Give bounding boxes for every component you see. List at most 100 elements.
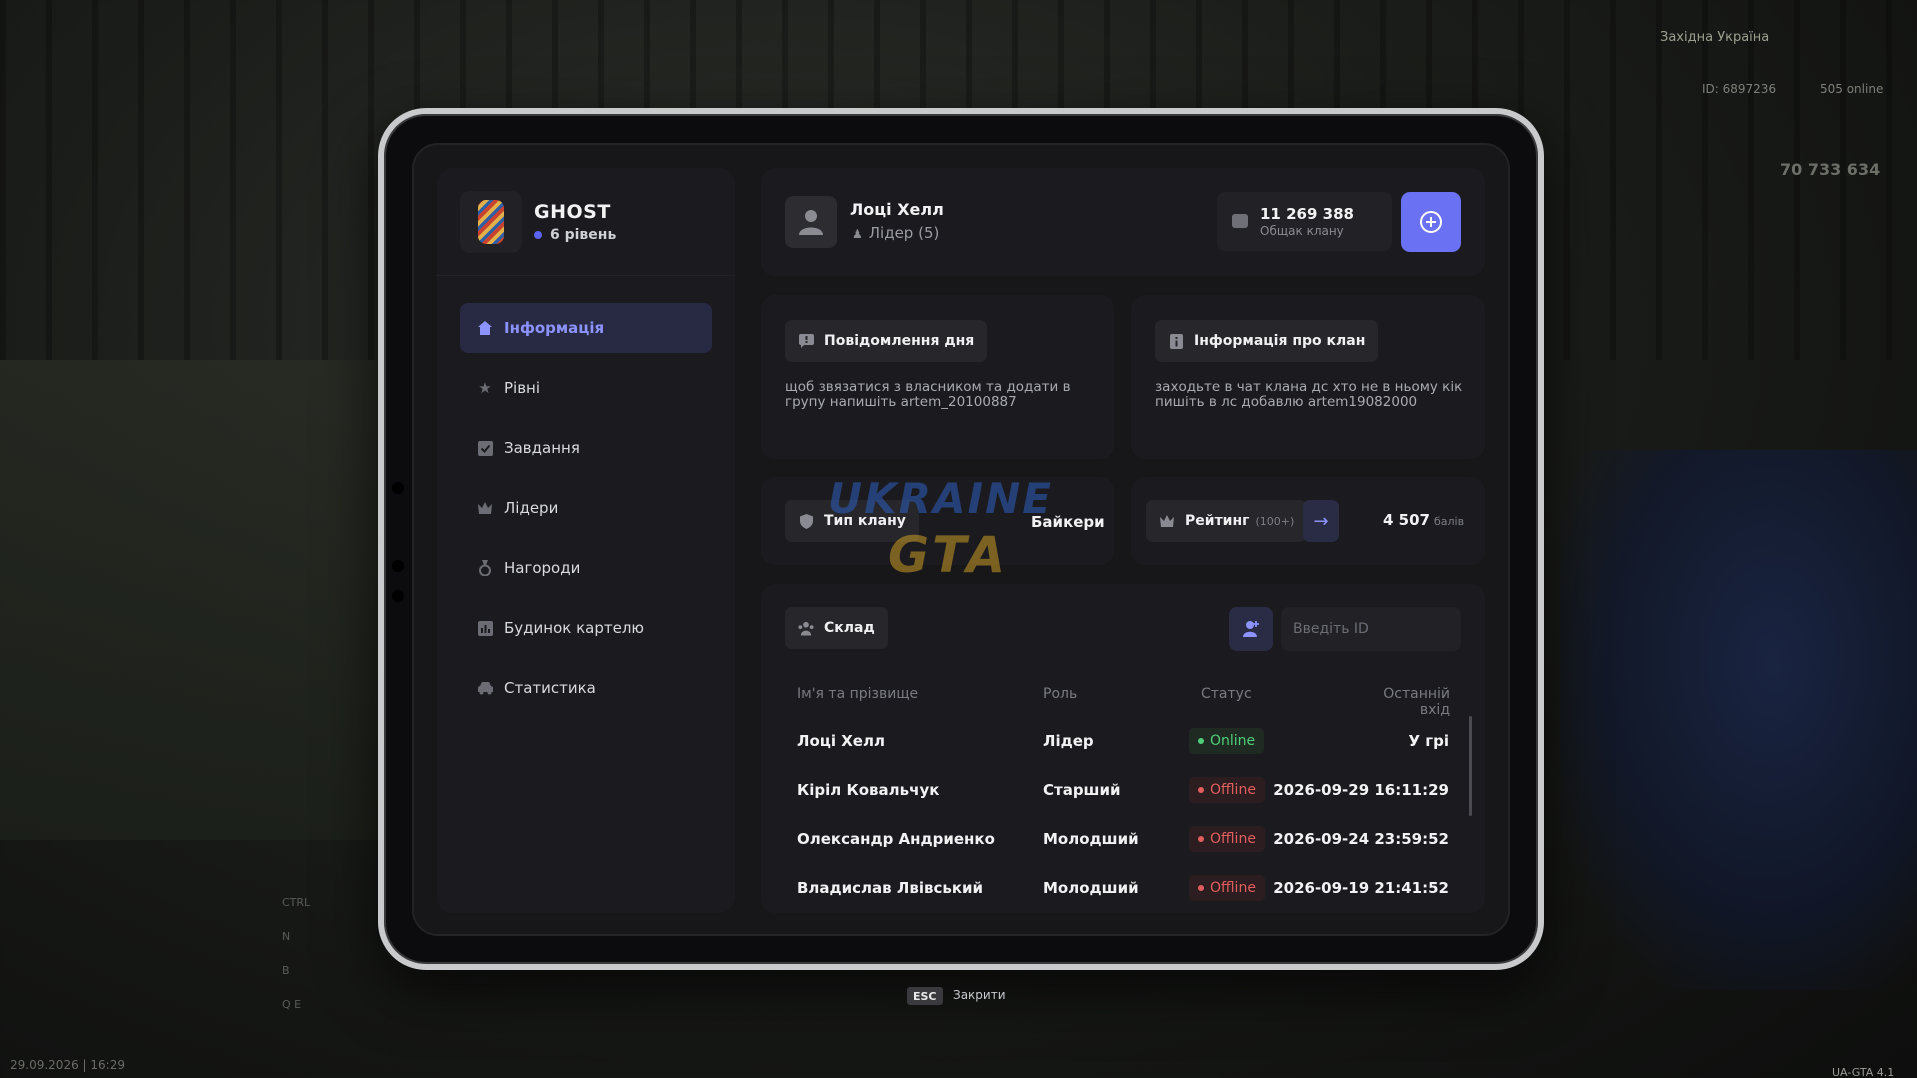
group-icon <box>798 620 814 636</box>
motd-title: Повідомлення дня <box>824 333 975 349</box>
chart-icon <box>476 619 494 637</box>
leader-role-text: Лідер (5) <box>868 224 940 242</box>
level-dot-icon <box>534 231 542 239</box>
hud-key: Q E <box>282 998 302 1011</box>
member-last-login: 2026-09-29 16:11:29 <box>1273 781 1449 799</box>
clan-info-text-line: пишіть в лс добавлю artem19082000 <box>1155 394 1418 410</box>
rating-points-unit: балів <box>1433 515 1465 528</box>
medal-icon <box>476 559 494 577</box>
sidebar-item-rewards[interactable]: Нагороди <box>460 543 712 593</box>
member-last-login: 2026-09-24 23:59:52 <box>1273 830 1449 848</box>
sidebar-item-label: Інформація <box>504 319 605 337</box>
crown-icon <box>476 499 494 517</box>
sidebar-item-label: Статистика <box>504 679 596 697</box>
watermark-line: UKRAINE <box>828 474 1053 523</box>
column-header-status: Статус <box>1201 686 1252 702</box>
table-row[interactable]: Олександр Андриенко Молодший Offline 202… <box>785 816 1461 862</box>
background-car <box>1560 450 1917 990</box>
table-row[interactable]: Лоці Хелл Лідер Online У грі <box>785 718 1461 764</box>
clan-info-title-chip: Інформація про клан <box>1155 320 1379 362</box>
status-badge: Offline <box>1189 826 1265 852</box>
sidebar <box>437 168 735 913</box>
rating-suffix: (100+) <box>1255 514 1295 528</box>
leader-name: Лоці Хелл <box>850 200 944 219</box>
sidebar-item-information[interactable]: Інформація <box>460 303 712 353</box>
clan-level-text: 6 рівень <box>550 227 617 243</box>
member-name: Владислав Лвівський <box>797 879 984 897</box>
motd-text: щоб звязатися з власником та додати в гр… <box>785 380 1071 410</box>
status-text: Offline <box>1210 880 1256 896</box>
sidebar-item-levels[interactable]: ★ Рівні <box>460 363 712 413</box>
roster-title: Склад <box>824 620 875 636</box>
plus-circle-icon <box>1420 211 1442 233</box>
sidebar-item-label: Нагороди <box>504 559 581 577</box>
message-icon <box>798 333 814 349</box>
esc-key-hint[interactable]: ESC <box>907 987 943 1005</box>
status-dot-icon <box>1198 738 1204 744</box>
member-last-login: 2026-09-19 21:41:52 <box>1273 879 1449 897</box>
member-name: Кіріл Ковальчук <box>797 781 940 799</box>
checkbox-icon <box>476 439 494 457</box>
column-header-name: Ім'я та прізвище <box>797 686 919 702</box>
clan-logo-image <box>478 200 504 244</box>
tablet-camera-dot <box>392 560 404 572</box>
close-label[interactable]: Закрити <box>953 988 1006 1002</box>
sidebar-item-label: Рівні <box>504 379 541 397</box>
clan-avatar <box>460 191 522 253</box>
add-funds-button[interactable] <box>1401 192 1461 252</box>
roster-title-chip: Склад <box>785 607 888 649</box>
star-icon: ★ <box>478 379 492 397</box>
hud-key: CTRL <box>282 896 311 909</box>
motd-title-chip: Повідомлення дня <box>785 320 988 362</box>
column-header-last-login: Останній вхід <box>1383 686 1450 718</box>
clan-info-text-line: заходьте в чат клана дс хто не в ньому к… <box>1155 379 1463 395</box>
member-role: Лідер <box>1043 732 1094 750</box>
sidebar-item-cartel-house[interactable]: Будинок картелю <box>460 603 712 653</box>
hud-player-id: ID: 6897236 <box>1702 82 1777 96</box>
car-icon <box>476 679 494 697</box>
table-row[interactable]: Владислав Лвівський Молодший Offline 202… <box>785 865 1461 911</box>
rating-open-button[interactable]: → <box>1303 500 1339 542</box>
leader-avatar <box>785 196 837 248</box>
clan-bank-label: Общак клану <box>1260 224 1344 238</box>
member-last-login: У грі <box>1408 732 1449 750</box>
status-dot-icon <box>1198 787 1204 793</box>
watermark-line: GTA <box>888 526 1010 584</box>
member-role: Старший <box>1043 781 1121 799</box>
add-user-icon <box>1243 621 1259 637</box>
sidebar-item-tasks[interactable]: Завдання <box>460 423 712 473</box>
column-header-role: Роль <box>1043 686 1078 702</box>
member-id-input[interactable] <box>1281 607 1461 651</box>
rating-chip: Рейтинг (100+) <box>1146 500 1308 542</box>
clan-info-text: заходьте в чат клана дс хто не в ньому к… <box>1155 380 1462 410</box>
roster-scrollbar[interactable] <box>1469 716 1472 816</box>
sidebar-item-label: Будинок картелю <box>504 619 645 637</box>
member-role: Молодший <box>1043 830 1139 848</box>
clan-info-title: Інформація про клан <box>1194 333 1366 349</box>
background-grass <box>0 360 420 840</box>
sidebar-item-leaders[interactable]: Лідери <box>460 483 712 533</box>
status-text: Offline <box>1210 831 1256 847</box>
tablet-camera-dot <box>392 482 404 494</box>
sidebar-item-statistics[interactable]: Статистика <box>460 663 712 713</box>
status-dot-icon <box>1198 885 1204 891</box>
clan-bank-amount: 11 269 388 <box>1260 205 1354 223</box>
motd-text-line: щоб звязатися з власником та додати в <box>785 379 1071 395</box>
sidebar-item-label: Завдання <box>504 439 580 457</box>
member-role: Молодший <box>1043 879 1139 897</box>
invite-member-button[interactable] <box>1229 607 1273 651</box>
clan-level: 6 рівень <box>534 227 616 243</box>
clan-name: GHOST <box>534 201 611 223</box>
hud-datetime: 29.09.2026 | 16:29 <box>10 1058 125 1072</box>
member-name: Олександр Андриенко <box>797 830 995 848</box>
status-badge: Online <box>1189 728 1265 754</box>
hud-version: UA-GTA 4.1 <box>1832 1066 1895 1078</box>
clan-profile: GHOST 6 рівень <box>460 191 616 253</box>
sidebar-item-label: Лідери <box>504 499 559 517</box>
status-text: Online <box>1210 733 1256 749</box>
motd-text-line: групу напишіть artem_20100887 <box>785 394 1017 410</box>
tablet-camera-dot <box>392 590 404 602</box>
table-row[interactable]: Кіріл Ковальчук Старший Offline 2026-09-… <box>785 767 1461 813</box>
rating-label: Рейтинг <box>1185 513 1250 529</box>
hud-region: Західна Україна <box>1660 30 1770 45</box>
